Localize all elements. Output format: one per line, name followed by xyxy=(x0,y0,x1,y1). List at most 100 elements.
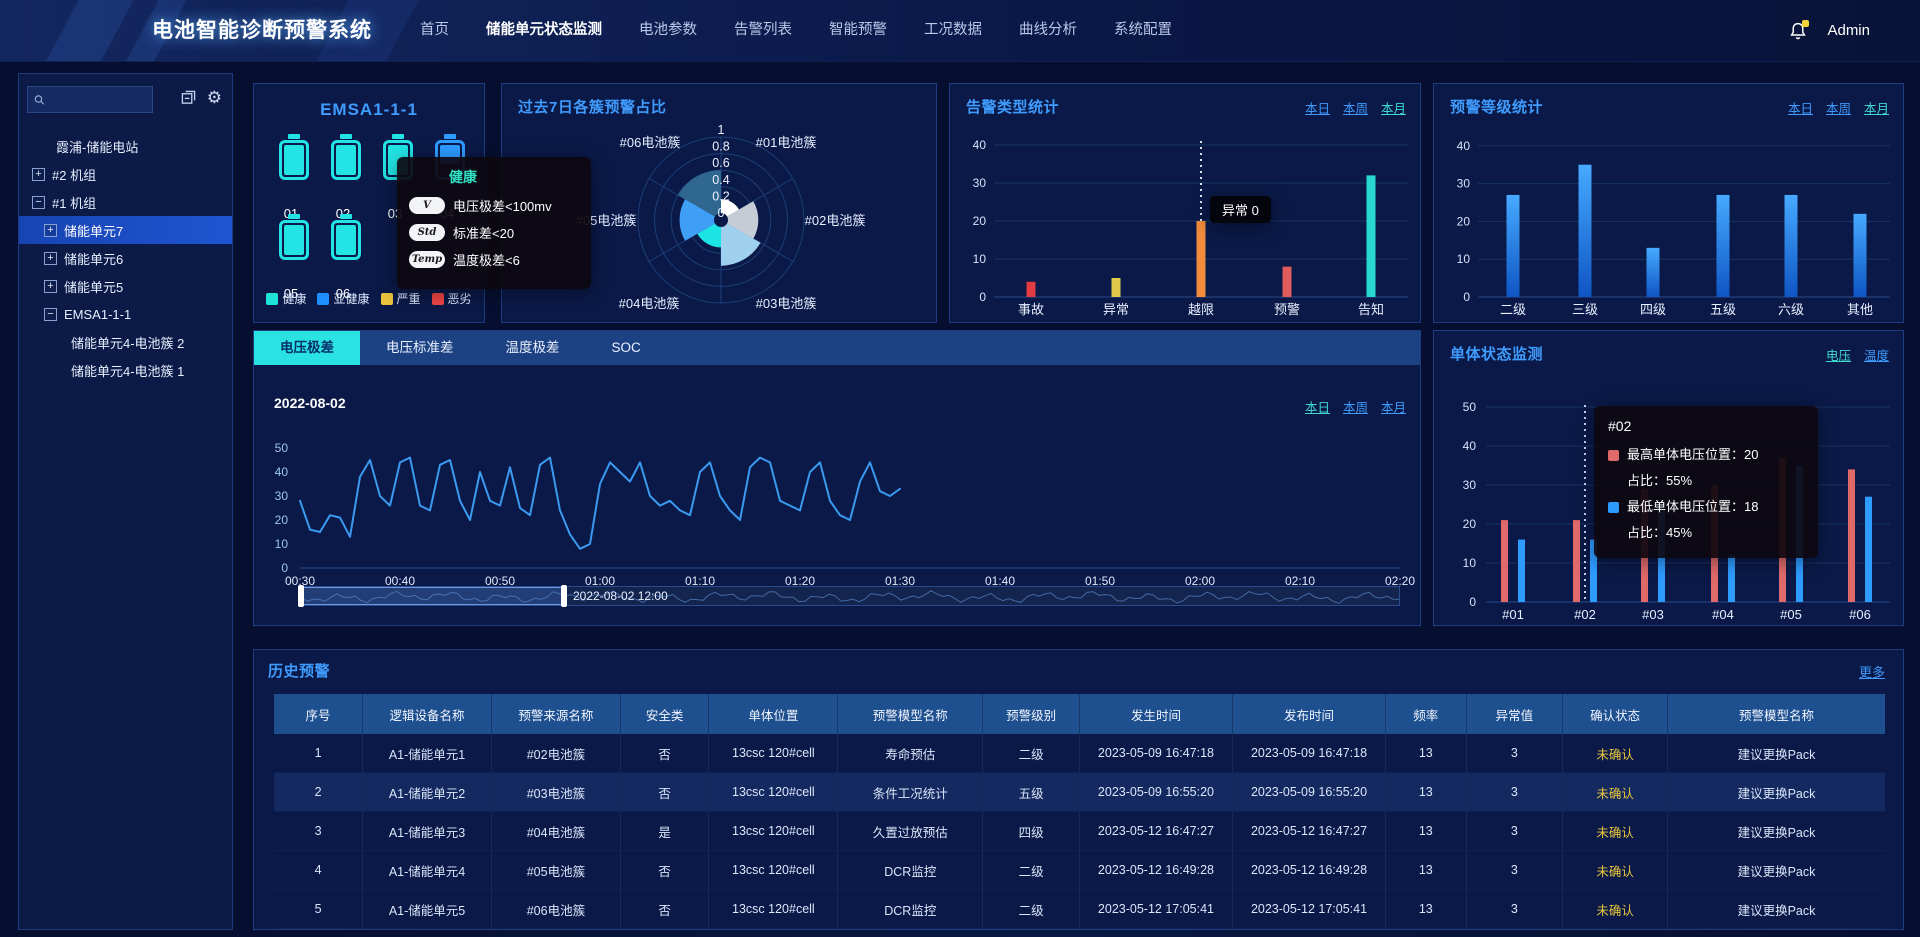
period-link-2[interactable]: 本周 xyxy=(1343,98,1368,117)
panel-title: 过去7日各簇预警占比 xyxy=(518,96,666,117)
table-cell: 建议更换Pack xyxy=(1667,812,1885,851)
tree-item-label: 储能单元4-电池簇 2 xyxy=(71,333,184,352)
datazoom-right-handle[interactable] xyxy=(561,585,567,607)
tooltip-title: #02 xyxy=(1608,418,1804,434)
tree-expander-icon[interactable]: + xyxy=(44,224,57,237)
tree-item-label: 霞浦-储能电站 xyxy=(56,137,138,156)
table-cell: 2023-05-12 16:49:28 xyxy=(1232,851,1385,890)
table-cell: 五级 xyxy=(983,773,1080,812)
period-link-3[interactable]: 本月 xyxy=(1864,98,1889,117)
tab-2[interactable]: 电压标准差 xyxy=(360,331,480,365)
table-cell: #05电池簇 xyxy=(491,851,620,890)
user-name[interactable]: Admin xyxy=(1827,22,1870,39)
period-links: 本日本周本月 xyxy=(1305,98,1406,117)
svg-text:0: 0 xyxy=(1469,595,1476,609)
nav-item-7[interactable]: 曲线分析 xyxy=(1019,0,1077,61)
series-swatch xyxy=(1608,502,1619,513)
table-row[interactable]: 1A1-储能单元1#02电池簇否13csc 120#cell寿命预估二级2023… xyxy=(274,734,1885,773)
table-cell: 5 xyxy=(274,890,363,929)
table-cell: 13csc 120#cell xyxy=(709,773,838,812)
tree-item[interactable]: +储能单元7 xyxy=(19,216,232,244)
alarm-type-stats-panel: 告警类型统计 本日本周本月 010203040事故异常越限预警告知 xyxy=(949,83,1421,323)
period-link-3[interactable]: 本月 xyxy=(1381,98,1406,117)
tree-expander-icon[interactable]: + xyxy=(44,280,57,293)
tooltip-text: 最低单体电压位置：18 xyxy=(1627,494,1758,520)
tooltip-text: 占比：55% xyxy=(1627,468,1692,494)
column-header: 安全类 xyxy=(620,694,709,734)
battery-icon xyxy=(279,140,309,180)
tree-item[interactable]: −#1 机组 xyxy=(19,188,232,216)
datazoom-slider[interactable]: 2022-08-02 12:00 xyxy=(300,586,1400,606)
svg-text:#01: #01 xyxy=(1502,607,1524,622)
table-cell: 2023-05-12 17:05:41 xyxy=(1079,890,1232,929)
legend-label: 严重 xyxy=(397,290,421,307)
tab-4[interactable]: SOC xyxy=(586,331,667,365)
cell-tooltip: #02 最高单体电压位置：20占比：55%最低单体电压位置：18占比：45% xyxy=(1594,406,1818,558)
nav-item-1[interactable]: 首页 xyxy=(420,0,449,61)
table-row[interactable]: 4A1-储能单元4#05电池簇否13csc 120#cellDCR监控二级202… xyxy=(274,851,1885,890)
nav-item-2[interactable]: 储能单元状态监测 xyxy=(486,0,602,61)
more-link[interactable]: 更多 xyxy=(1859,662,1885,681)
nav-item-8[interactable]: 系统配置 xyxy=(1114,0,1172,61)
header-row: 序号逻辑设备名称预警来源名称安全类单体位置预警模型名称预警级别发生时间发布时间频… xyxy=(274,694,1885,734)
notifications-bell-icon[interactable] xyxy=(1787,20,1809,42)
period-link-3[interactable]: 本月 xyxy=(1381,397,1406,416)
search-box[interactable] xyxy=(27,86,153,113)
unit-title: EMSA1-1-1 xyxy=(254,100,484,120)
battery-icon xyxy=(331,140,361,180)
tree-expander-icon[interactable]: + xyxy=(44,252,57,265)
table-body: 1A1-储能单元1#02电池簇否13csc 120#cell寿命预估二级2023… xyxy=(274,734,1885,929)
nav-item-4[interactable]: 告警列表 xyxy=(734,0,792,61)
tree-expander-icon[interactable]: − xyxy=(44,308,57,321)
tab-1[interactable]: 电压极差 xyxy=(254,331,360,365)
nav-item-6[interactable]: 工况数据 xyxy=(924,0,982,61)
table-cell: 二级 xyxy=(983,734,1080,773)
svg-text:#02: #02 xyxy=(1574,607,1596,622)
period-link-1[interactable]: 本日 xyxy=(1305,397,1330,416)
svg-text:20: 20 xyxy=(973,214,987,228)
tree-item[interactable]: 储能单元4-电池簇 1 xyxy=(19,356,232,384)
datazoom-selection[interactable] xyxy=(301,587,564,605)
tree-expander-icon[interactable]: + xyxy=(32,168,45,181)
column-header: 发布时间 xyxy=(1232,694,1385,734)
period-link-2[interactable]: 本周 xyxy=(1343,397,1368,416)
svg-text:事故: 事故 xyxy=(1018,302,1044,317)
history-warnings-panel: 历史预警 更多 序号逻辑设备名称预警来源名称安全类单体位置预警模型名称预警级别发… xyxy=(253,649,1904,930)
battery-icon xyxy=(331,220,361,260)
navbar-right: Admin xyxy=(1787,0,1870,61)
top-navbar: 电池智能诊断预警系统 首页储能单元状态监测电池参数告警列表智能预警工况数据曲线分… xyxy=(0,0,1920,62)
period-link-1[interactable]: 电压 xyxy=(1826,345,1851,364)
tree-item[interactable]: 霞浦-储能电站 xyxy=(19,132,232,160)
search-input[interactable] xyxy=(50,92,146,108)
settings-gear-icon[interactable]: ⚙ xyxy=(207,89,222,106)
tree-item[interactable]: −EMSA1-1-1 xyxy=(19,300,232,328)
table-cell: A1-储能单元5 xyxy=(363,890,492,929)
period-link-2[interactable]: 温度 xyxy=(1864,345,1889,364)
period-link-1[interactable]: 本日 xyxy=(1305,98,1330,117)
tooltip-text: 最高单体电压位置：20 xyxy=(1627,442,1758,468)
svg-text:40: 40 xyxy=(1457,139,1471,153)
tree-item[interactable]: +储能单元5 xyxy=(19,272,232,300)
table-row[interactable]: 5A1-储能单元5#06电池簇否13csc 120#cellDCR监控二级202… xyxy=(274,890,1885,929)
period-link-2[interactable]: 本周 xyxy=(1826,98,1851,117)
table-row[interactable]: 3A1-储能单元3#04电池簇是13csc 120#cell久置过放预估四级20… xyxy=(274,812,1885,851)
nav-item-5[interactable]: 智能预警 xyxy=(829,0,887,61)
collapse-panels-icon[interactable] xyxy=(181,90,196,105)
table-cell: A1-储能单元1 xyxy=(363,734,492,773)
tree-item[interactable]: +储能单元6 xyxy=(19,244,232,272)
datazoom-left-handle[interactable] xyxy=(298,585,304,607)
tree-expander-icon[interactable]: − xyxy=(32,196,45,209)
tree-item[interactable]: +#2 机组 xyxy=(19,160,232,188)
tree-item[interactable]: 储能单元4-电池簇 2 xyxy=(19,328,232,356)
tab-3[interactable]: 温度极差 xyxy=(480,331,586,365)
period-link-1[interactable]: 本日 xyxy=(1788,98,1813,117)
tree-item-label: EMSA1-1-1 xyxy=(64,307,131,322)
table-cell: 是 xyxy=(620,812,709,851)
battery-icon xyxy=(279,220,309,260)
legend-swatch xyxy=(432,293,444,305)
nav-item-3[interactable]: 电池参数 xyxy=(639,0,697,61)
table-cell: 13csc 120#cell xyxy=(709,851,838,890)
table-row[interactable]: 2A1-储能单元2#03电池簇否13csc 120#cell条件工况统计五级20… xyxy=(274,773,1885,812)
period-links: 本日本周本月 xyxy=(1788,98,1889,117)
history-table: 序号逻辑设备名称预警来源名称安全类单体位置预警模型名称预警级别发生时间发布时间频… xyxy=(274,694,1885,929)
